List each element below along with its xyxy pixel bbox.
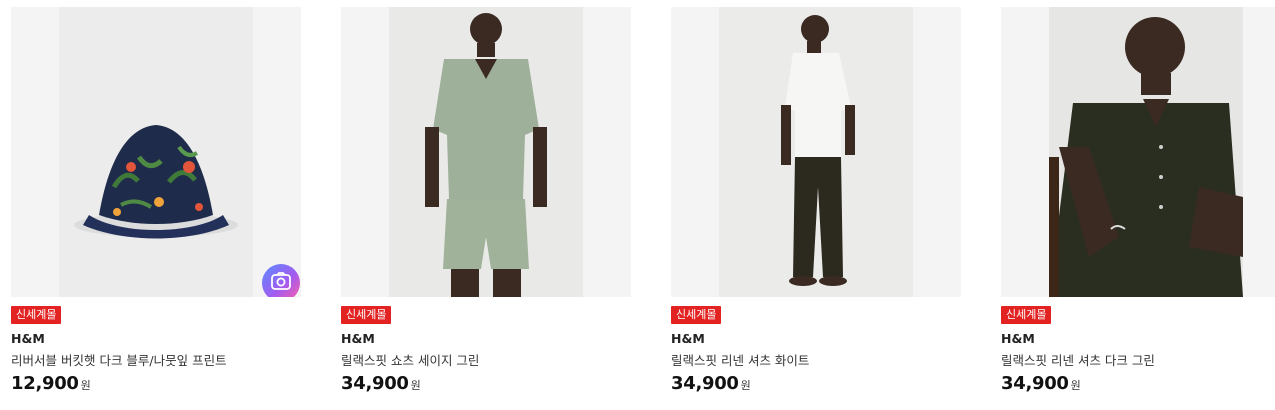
product-grid: 신세계몰 H&M 리버서블 버킷햇 다크 블루/나뭇잎 프린트 12,900원 — [0, 0, 1275, 410]
product-price: 34,900 원 — [1001, 373, 1081, 394]
product-card[interactable]: 신세계몰 H&M 릴랙스핏 리넨 셔츠 다크 그린 34,900 원 — [1001, 0, 1275, 410]
price-currency: 원 — [740, 379, 751, 392]
product-photo — [719, 7, 913, 297]
price-currency: 원 — [410, 379, 421, 392]
product-name[interactable]: 리버서블 버킷햇 다크 블루/나뭇잎 프린트 — [11, 350, 227, 369]
mall-badge: 신세계몰 — [1001, 306, 1052, 324]
product-thumbnail[interactable] — [341, 7, 631, 297]
product-card[interactable]: 신세계몰 H&M 릴랙스핏 리넨 셔츠 화이트 34,900 원 — [671, 0, 961, 410]
product-card[interactable]: 신세계몰 H&M 리버서블 버킷햇 다크 블루/나뭇잎 프린트 12,900 원 — [11, 0, 301, 410]
product-price: 34,900 원 — [341, 373, 421, 394]
price-currency: 원 — [80, 379, 91, 392]
price-currency: 원 — [1070, 379, 1081, 392]
mall-badge: 신세계몰 — [11, 306, 62, 324]
price-value: 34,900 — [341, 373, 409, 394]
camera-search-icon — [271, 272, 291, 294]
product-thumbnail[interactable] — [1001, 7, 1275, 297]
price-value: 34,900 — [671, 373, 739, 394]
mall-badge: 신세계몰 — [671, 306, 722, 324]
product-name[interactable]: 릴랙스핏 리넨 셔츠 다크 그린 — [1001, 350, 1155, 369]
brand-name: H&M — [341, 331, 375, 346]
product-card[interactable]: 신세계몰 H&M 릴랙스핏 쇼츠 세이지 그린 34,900 원 — [341, 0, 631, 410]
price-value: 12,900 — [11, 373, 79, 394]
product-thumbnail[interactable] — [11, 7, 301, 297]
product-photo — [59, 7, 253, 297]
product-name[interactable]: 릴랙스핏 리넨 셔츠 화이트 — [671, 350, 809, 369]
product-photo — [389, 7, 583, 297]
image-search-button[interactable] — [262, 264, 300, 297]
product-name[interactable]: 릴랙스핏 쇼츠 세이지 그린 — [341, 350, 479, 369]
product-photo — [1049, 7, 1243, 297]
price-value: 34,900 — [1001, 373, 1069, 394]
brand-name: H&M — [11, 331, 45, 346]
brand-name: H&M — [1001, 331, 1035, 346]
product-thumbnail[interactable] — [671, 7, 961, 297]
mall-badge: 신세계몰 — [341, 306, 392, 324]
product-price: 12,900 원 — [11, 373, 91, 394]
product-price: 34,900 원 — [671, 373, 751, 394]
brand-name: H&M — [671, 331, 705, 346]
